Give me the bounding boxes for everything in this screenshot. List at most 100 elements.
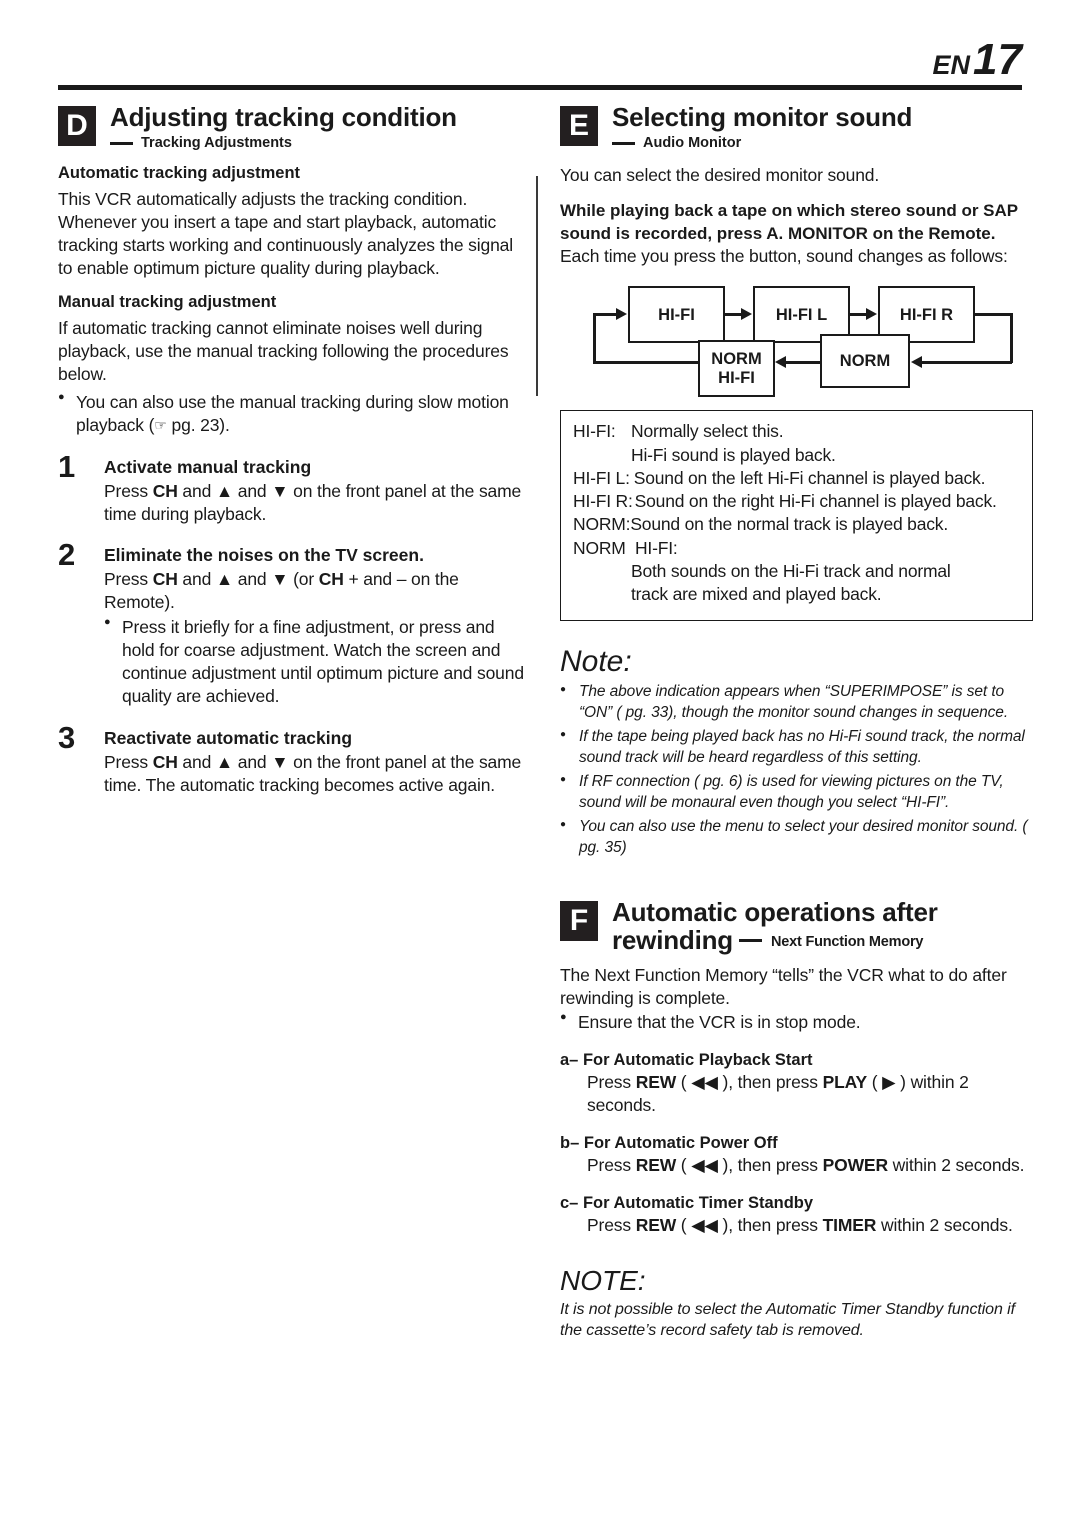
step-1-t1: Press xyxy=(104,480,153,501)
section-e-note-title: Note: xyxy=(560,645,632,679)
section-f-item-a: a– For Automatic Playback Start Press RE… xyxy=(560,1051,1033,1117)
explanation-row-hifi: HI-FI: Normally select this. xyxy=(573,420,1022,443)
section-f-bullet: Ensure that the VCR is in stop mode. xyxy=(560,1010,1033,1034)
step-1-title: Activate manual tracking xyxy=(104,456,312,477)
section-e-badge: E xyxy=(560,106,598,146)
header-rule xyxy=(58,85,1022,90)
step-3-body: Press CH and ▲ and ▼ on the front panel … xyxy=(104,751,531,797)
section-e-note-block: Note: The above indication appears when … xyxy=(560,645,1033,858)
timer-button-label: TIMER xyxy=(822,1214,877,1235)
page-header: EN17 xyxy=(58,38,1022,90)
step-2-number: 2 xyxy=(58,537,76,573)
explanation-label-hifi-r: HI-FI R: xyxy=(573,491,633,512)
flow-node-norm: NORM xyxy=(820,334,910,389)
step-2-title: Eliminate the noises on the TV screen. xyxy=(104,545,424,566)
section-e-subtitle-row: Audio Monitor xyxy=(612,135,1033,151)
section-f-title-line1: Automatic operations after xyxy=(612,896,938,927)
section-d-subtitle-row: Tracking Adjustments xyxy=(110,135,531,151)
flow-node-hifi-l-label: HI-FI L xyxy=(775,305,828,324)
flow-edge-norm-to-normhifi xyxy=(786,361,822,364)
section-d-subtitle: Tracking Adjustments xyxy=(141,135,292,152)
rewind-icon: ◀◀ xyxy=(691,1214,718,1235)
explanation-row-hifi-r: HI-FI R: Sound on the right Hi-Fi channe… xyxy=(573,490,1022,513)
manual-tracking-bullet-ref: pg. 23). xyxy=(166,414,230,435)
manual-tracking-bullet-text: You can also use the manual tracking dur… xyxy=(76,391,509,435)
manual-tracking-heading: Manual tracking adjustment xyxy=(58,292,277,311)
step-2-t3: (or xyxy=(288,569,319,590)
section-e-instruction-plain: Each time you press the button, sound ch… xyxy=(560,246,1008,267)
section-e-intro: You can select the desired monitor sound… xyxy=(560,165,880,186)
item-c-t2: ( xyxy=(676,1214,692,1235)
hand-pointer-icon: ☞ xyxy=(154,416,167,433)
item-c-marker: c– xyxy=(560,1193,579,1212)
manual-tracking-bullet: You can also use the manual tracking dur… xyxy=(58,390,531,437)
flow-arrow-right-icon xyxy=(616,308,627,321)
explanation-label-norm-hifi: NORM HI-FI: xyxy=(573,537,678,558)
step-1-t2b: and xyxy=(233,480,272,501)
em-dash-rule-icon xyxy=(738,939,762,943)
triangle-up-icon: ▲ xyxy=(215,751,234,772)
flow-edge-right-vert xyxy=(1010,313,1013,364)
section-f-title-line2: rewinding xyxy=(612,925,733,956)
section-f-note-body: It is not possible to select the Automat… xyxy=(560,1300,1015,1339)
section-e-instruction-bold: While playing back a tape on which stere… xyxy=(560,201,1018,243)
section-f-body: The Next Function Memory “tells” the VCR… xyxy=(560,965,1007,1008)
explanation-text-norm: Sound on the normal track is played back… xyxy=(630,514,949,535)
flow-node-hifi-label: HI-FI xyxy=(658,305,695,324)
flow-node-norm-label: NORM xyxy=(839,352,891,371)
flow-node-hifi-r-label: HI-FI R xyxy=(899,305,954,324)
step-3: 3 Reactivate automatic tracking Press CH… xyxy=(58,722,531,797)
step-3-t1: Press xyxy=(104,751,153,772)
step-3-number: 3 xyxy=(58,719,76,755)
item-b-t1: Press xyxy=(587,1154,636,1175)
item-a-t4: ( xyxy=(867,1071,883,1092)
item-b-t2: ( xyxy=(676,1154,692,1175)
em-dash-rule-icon xyxy=(612,141,635,145)
triangle-up-icon: ▲ xyxy=(215,569,234,590)
explanation-label-hifi-l: HI-FI L: xyxy=(573,467,630,488)
item-b-t4: within 2 seconds. xyxy=(887,1154,1025,1175)
section-f-subtitle: Next Function Memory xyxy=(770,934,924,951)
rewind-icon: ◀◀ xyxy=(691,1154,718,1175)
ch-button-label-remote: CH xyxy=(318,569,344,590)
note-item: If the tape being played back has no Hi-… xyxy=(560,727,1033,769)
step-1-number: 1 xyxy=(58,448,76,484)
section-f-note-block: NOTE: It is not possible to select the A… xyxy=(560,1265,1033,1342)
item-b-t3: ), then press xyxy=(717,1154,823,1175)
section-f-title-row2: rewinding Next Function Memory xyxy=(612,925,1033,956)
triangle-down-icon: ▼ xyxy=(271,480,289,501)
rewind-icon: ◀◀ xyxy=(691,1071,718,1092)
flow-edge-loop-bottom xyxy=(593,361,700,364)
flow-arrow-left-icon xyxy=(775,356,786,369)
flow-node-norm-hifi-label-1: NORM xyxy=(711,350,762,369)
step-2-body: Press CH and ▲ and ▼ (or CH + and – on t… xyxy=(104,568,531,614)
flow-node-norm-hifi: NORM HI-FI xyxy=(698,340,775,398)
triangle-down-icon: ▼ xyxy=(271,569,289,590)
item-c-t3: ), then press xyxy=(717,1214,823,1235)
section-d-title: Adjusting tracking condition xyxy=(110,102,457,132)
section-f-subtitle-row: Next Function Memory xyxy=(738,934,924,951)
explanation-text-norm-hifi-2: track are mixed and played back. xyxy=(631,584,882,605)
em-dash-rule-icon xyxy=(110,141,133,145)
item-a-marker: a– xyxy=(560,1050,579,1069)
step-2: 2 Eliminate the noises on the TV screen.… xyxy=(58,539,531,708)
note-item: If RF connection ( pg. 6) is used for vi… xyxy=(560,772,1033,814)
automatic-tracking-body: This VCR automatically adjusts the track… xyxy=(58,189,513,279)
explanation-text-hifi-1: Normally select this. xyxy=(631,421,784,442)
step-1-body: Press CH and ▲ and ▼ on the front panel … xyxy=(104,480,531,526)
item-b-title: For Automatic Power Off xyxy=(583,1133,778,1152)
item-c-t1: Press xyxy=(587,1214,636,1235)
item-c-title: For Automatic Timer Standby xyxy=(582,1193,814,1212)
item-a-t2: ( xyxy=(676,1071,692,1092)
item-a-title: For Automatic Playback Start xyxy=(582,1050,813,1069)
section-f-item-b: b– For Automatic Power Off Press REW ( ◀… xyxy=(560,1134,1033,1177)
ch-button-label: CH xyxy=(152,480,178,501)
right-column: E Selecting monitor sound Audio Monitor … xyxy=(560,103,1033,1342)
note-item: The above indication appears when “SUPER… xyxy=(560,682,1033,724)
audio-monitor-flow-diagram: HI-FI HI-FI L HI-FI R NORM NORM HI-FI xyxy=(560,282,1033,398)
ch-button-label: CH xyxy=(152,569,178,590)
explanation-row-hifi-l: HI-FI L: Sound on the left Hi-Fi channel… xyxy=(573,467,1022,490)
step-1: 1 Activate manual tracking Press CH and … xyxy=(58,451,531,526)
section-f-badge: F xyxy=(560,900,598,941)
step-2-t2: and xyxy=(177,569,216,590)
